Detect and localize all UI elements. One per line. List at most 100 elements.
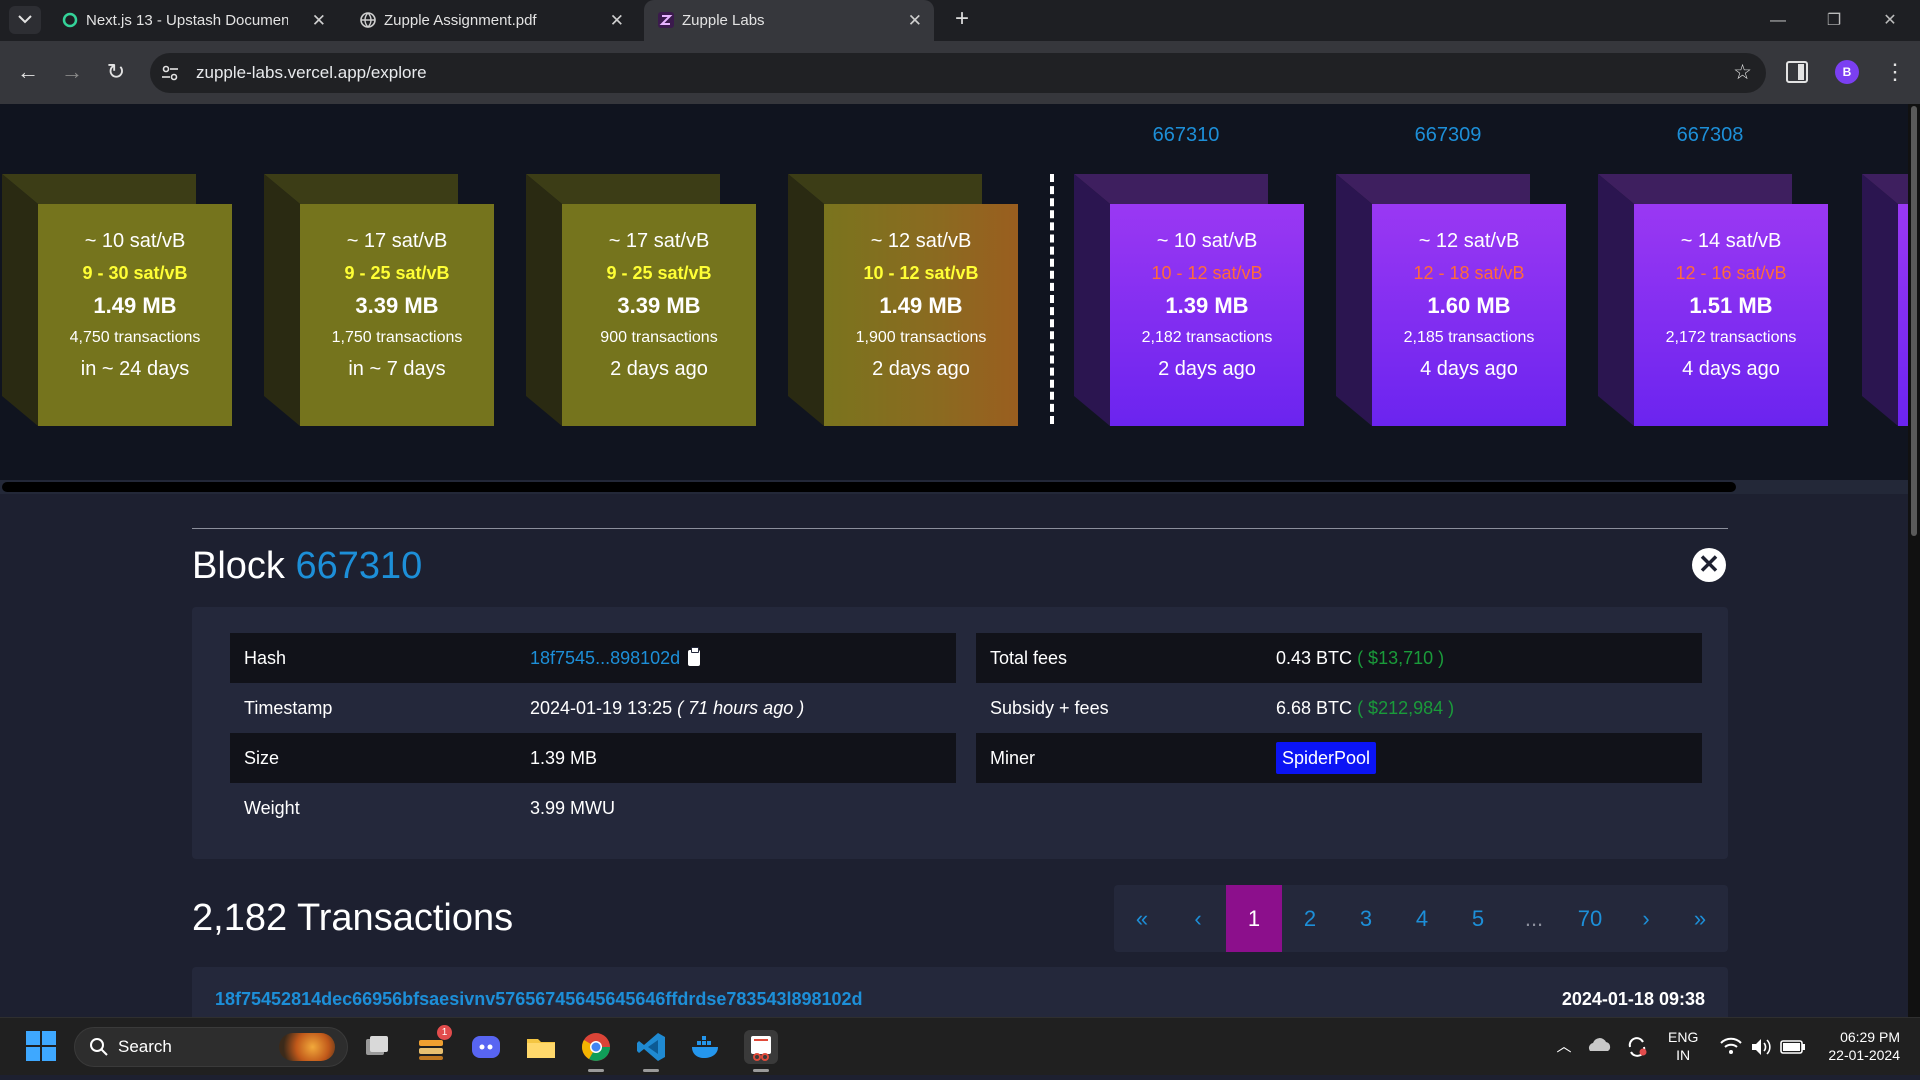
timestamp-relative: ( 71 hours ago )	[677, 698, 805, 718]
address-bar: ← → ↻ zupple-labs.vercel.app/explore ☆ B…	[0, 41, 1920, 104]
block-side-face	[788, 174, 824, 426]
language-indicator[interactable]: ENG IN	[1668, 1028, 1698, 1064]
new-tab-button[interactable]: +	[948, 6, 976, 34]
detail-value: 3.99 MWU	[530, 798, 616, 818]
block-time: 4 days ago	[1420, 358, 1518, 380]
block-height-link[interactable]: 667310	[1090, 124, 1282, 147]
tx-hash-link[interactable]: 18f75452814dec66956bfsaesivnv57656745645…	[215, 989, 863, 1010]
close-tab-icon[interactable]: ✕	[610, 0, 624, 41]
block-hash-link[interactable]: 18f7545...898102d	[530, 648, 680, 668]
vertical-scrollbar[interactable]	[1908, 104, 1920, 1017]
next-page-button[interactable]: ›	[1618, 885, 1674, 952]
page-70-button[interactable]: 70	[1562, 885, 1618, 952]
wifi-icon[interactable]	[1718, 1018, 1744, 1076]
chevron-up-icon[interactable]: ︿	[1550, 1018, 1578, 1076]
docker-icon[interactable]	[689, 1030, 723, 1064]
chevron-down-icon	[18, 15, 32, 24]
usd-value: ( $212,984 )	[1357, 698, 1455, 718]
block-eta: 2 days ago	[872, 358, 970, 380]
detail-label: Size	[244, 748, 280, 768]
page-2-button[interactable]: 2	[1282, 885, 1338, 952]
windows-start-icon[interactable]	[26, 1031, 56, 1061]
block-front-face: ~ 14 sat/vB 12 - 16 sat/vB 1.51 MB 2,172…	[1634, 204, 1828, 426]
clipboard-icon[interactable]	[688, 647, 701, 666]
block-side-face	[2, 174, 38, 426]
back-button[interactable]: ←	[12, 57, 44, 89]
mempool-block[interactable]: ~ 17 sat/vB 9 - 25 sat/vB 3.39 MB 1,750 …	[264, 174, 494, 426]
mined-block[interactable]: ~ 10 sat/vB 10 - 12 sat/vB 1.39 MB 2,182…	[1074, 174, 1304, 426]
first-page-button[interactable]: «	[1114, 885, 1170, 952]
taskbar-search[interactable]: Search	[74, 1027, 348, 1067]
tab-zupple-pdf[interactable]: Zupple Assignment.pdf ✕	[346, 0, 636, 41]
detail-row-miner: Miner SpiderPool	[976, 733, 1702, 783]
block-time: 4 days ago	[1682, 358, 1780, 380]
miner-badge[interactable]: SpiderPool	[1276, 742, 1377, 774]
forward-button[interactable]: →	[56, 57, 88, 89]
last-page-button[interactable]: »	[1672, 885, 1728, 952]
bookmark-star-icon[interactable]: ☆	[1733, 60, 1752, 85]
site-info-icon[interactable]	[160, 63, 180, 83]
mempool-block[interactable]: ~ 12 sat/vB 10 - 12 sat/vB 1.49 MB 1,900…	[788, 174, 1018, 426]
task-view-icon[interactable]	[360, 1030, 394, 1064]
prev-page-button[interactable]: ‹	[1170, 885, 1226, 952]
block-front-face: ~ 12 sat/vB 10 - 12 sat/vB 1.49 MB 1,900…	[824, 204, 1018, 426]
language-code: ENG	[1668, 1029, 1699, 1045]
reload-button[interactable]: ↻	[100, 57, 132, 89]
block-height-link[interactable]: 667308	[1614, 124, 1806, 147]
discord-icon[interactable]	[469, 1030, 503, 1064]
url-text[interactable]: zupple-labs.vercel.app/explore	[196, 53, 427, 93]
close-block-button[interactable]: ✕	[1692, 548, 1726, 582]
sync-icon[interactable]	[1622, 1018, 1652, 1076]
snipping-tool-icon[interactable]	[744, 1030, 778, 1072]
mempool-block[interactable]: ~ 10 sat/vB 9 - 30 sat/vB 1.49 MB 4,750 …	[2, 174, 232, 426]
mempool-block[interactable]: ~ 17 sat/vB 9 - 25 sat/vB 3.39 MB 900 tr…	[526, 174, 756, 426]
detail-label: Miner	[990, 748, 1036, 768]
section-divider	[192, 528, 1728, 529]
tab-zupple-labs[interactable]: Zupple Labs ✕	[644, 0, 934, 41]
horizontal-scrollbar[interactable]	[0, 480, 1908, 494]
page-5-button[interactable]: 5	[1450, 885, 1506, 952]
page-4-button[interactable]: 4	[1394, 885, 1450, 952]
page-3-button[interactable]: 3	[1338, 885, 1394, 952]
search-highlight-image	[279, 1033, 335, 1061]
battery-icon[interactable]	[1778, 1018, 1808, 1076]
onedrive-icon[interactable]	[1584, 1018, 1614, 1076]
close-tab-icon[interactable]: ✕	[312, 0, 326, 41]
profile-avatar[interactable]: B	[1835, 60, 1859, 84]
minimize-button[interactable]: —	[1750, 0, 1806, 41]
close-window-button[interactable]: ✕	[1862, 0, 1918, 41]
block-side-face	[526, 174, 562, 426]
fee-range: 12 - 16 sat/vB	[1675, 263, 1787, 283]
side-panel-icon[interactable]	[1786, 61, 1808, 83]
file-explorer-icon[interactable]	[524, 1030, 558, 1064]
detail-value: 2024-01-19 13:25 ( 71 hours ago )	[530, 683, 804, 733]
detail-label: Total fees	[990, 648, 1068, 668]
blockchain-strip[interactable]: 667310 667309 667308 ~ 10 sat/vB 9 - 30 …	[0, 104, 1908, 494]
median-fee: ~ 17 sat/vB	[346, 230, 448, 252]
fee-range: 9 - 25 sat/vB	[344, 263, 450, 283]
mined-block-partial[interactable]	[1862, 174, 1908, 426]
horizontal-scrollbar-thumb[interactable]	[2, 482, 1736, 492]
vscode-icon[interactable]	[634, 1030, 668, 1072]
block-height-link[interactable]: 667309	[1352, 124, 1544, 147]
fee-range: 12 - 18 sat/vB	[1413, 263, 1525, 283]
chrome-icon[interactable]	[579, 1030, 613, 1072]
block-eta: in ~ 24 days	[80, 358, 190, 380]
mined-block[interactable]: ~ 14 sat/vB 12 - 16 sat/vB 1.51 MB 2,172…	[1598, 174, 1828, 426]
volume-icon[interactable]	[1748, 1018, 1774, 1076]
tab-upstash-docs[interactable]: Next.js 13 - Upstash Documentation ✕	[48, 0, 338, 41]
omnibox[interactable]: zupple-labs.vercel.app/explore ☆	[150, 53, 1766, 93]
tab-title: Next.js 13 - Upstash Documentation	[86, 12, 288, 29]
taskbar-clock[interactable]: 06:29 PM 22-01-2024	[1820, 1028, 1900, 1064]
page-1-button[interactable]: 1	[1226, 885, 1282, 952]
widgets-icon[interactable]: 1	[414, 1025, 452, 1064]
vertical-scrollbar-thumb[interactable]	[1911, 106, 1917, 536]
taskbar-search-label: Search	[118, 1037, 172, 1056]
close-tab-icon[interactable]: ✕	[908, 0, 922, 41]
menu-kebab-icon[interactable]: ⋮	[1884, 57, 1906, 87]
block-title: Block 667310	[192, 542, 422, 590]
restore-button[interactable]: ❐	[1806, 0, 1862, 41]
tab-search-button[interactable]	[9, 6, 41, 34]
detail-value: 0.43 BTC ( $13,710 )	[1276, 633, 1444, 683]
mined-block[interactable]: ~ 12 sat/vB 12 - 18 sat/vB 1.60 MB 2,185…	[1336, 174, 1566, 426]
